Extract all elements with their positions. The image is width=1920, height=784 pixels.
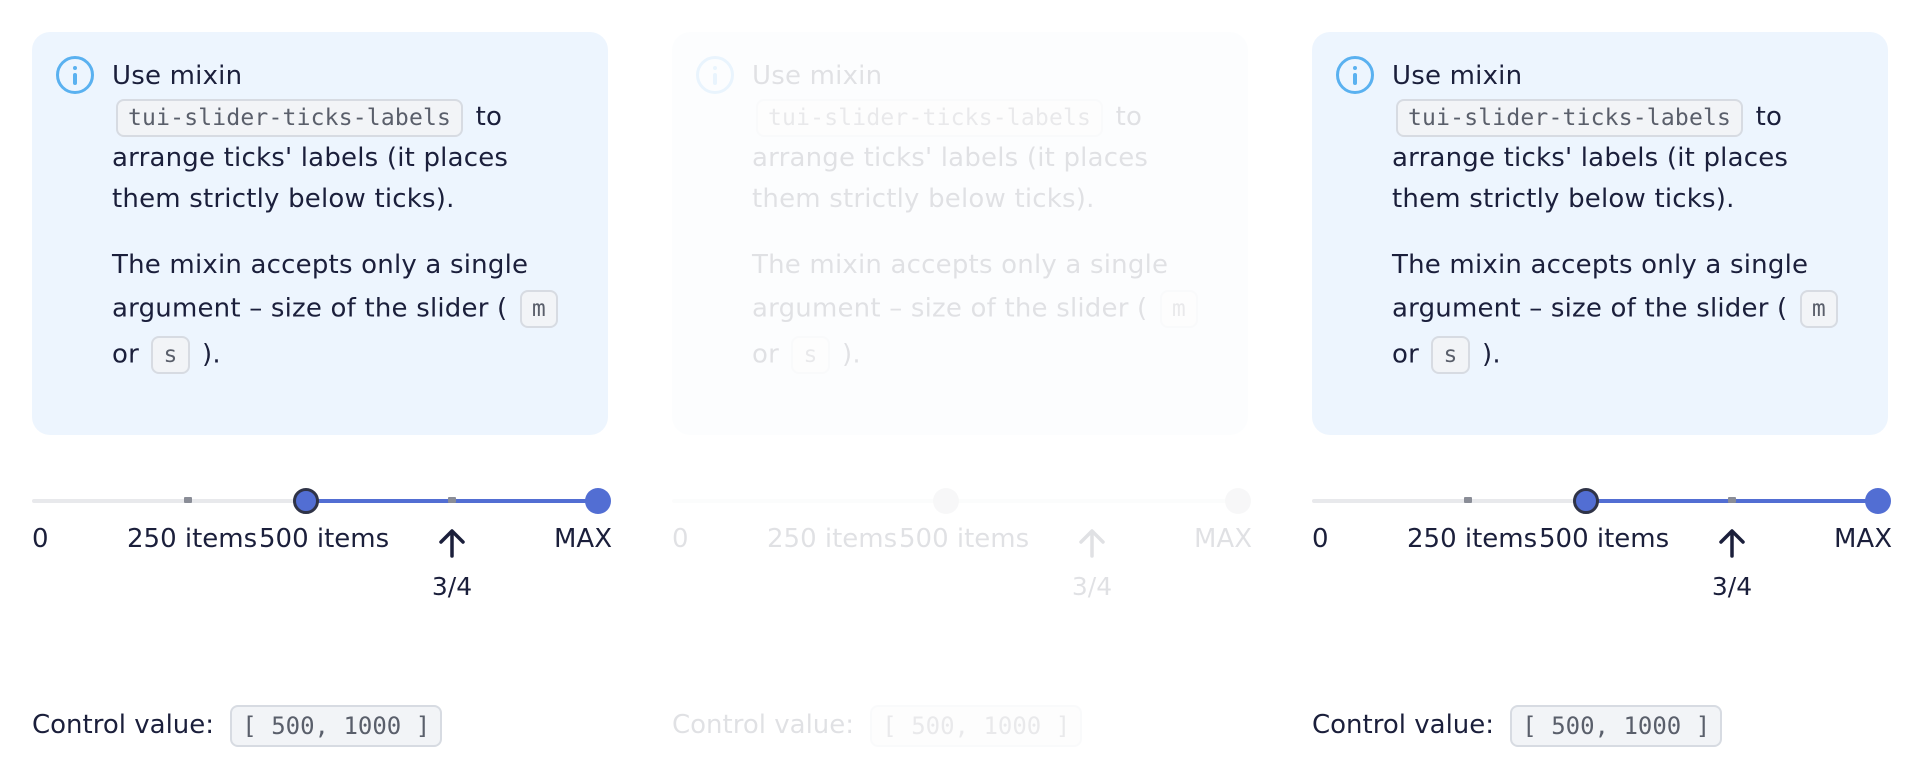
- notification-text: Use mixin: [112, 61, 243, 91]
- arrow-up-icon: [1716, 526, 1748, 560]
- arrow-up-icon: [436, 526, 468, 560]
- size-m-code: m: [1799, 290, 1838, 328]
- slider-thumb-end[interactable]: [1865, 488, 1891, 514]
- size-s-code: s: [151, 336, 190, 374]
- control-value-label: Control value:: [1312, 710, 1495, 740]
- arrow-up-icon: [1076, 526, 1108, 560]
- tick-label-500: 500 items: [899, 524, 1030, 554]
- slider-thumb-end[interactable]: [585, 488, 611, 514]
- tick-label-max: MAX: [554, 524, 613, 554]
- control-value-label: Control value:: [672, 710, 855, 740]
- notification-text: or: [112, 339, 139, 370]
- slider-tick: [184, 497, 192, 503]
- notification-paragraph-2: The mixin accepts only a single argument…: [112, 245, 578, 378]
- notification: Use mixin tui-slider-ticks-labels to arr…: [1312, 32, 1888, 435]
- key-step-label: 3/4: [1711, 572, 1753, 601]
- control-value-label: Control value:: [32, 710, 215, 740]
- info-icon: [1336, 56, 1374, 94]
- size-m-code: m: [1159, 290, 1198, 328]
- slider-tick: [1464, 497, 1472, 503]
- control-value: Control value: [ 500, 1000 ]: [672, 704, 1086, 747]
- notification-text: ).: [842, 339, 861, 370]
- panel-1: Use mixin tui-slider-ticks-labels to arr…: [0, 0, 640, 784]
- demo-root: Use mixin tui-slider-ticks-labels to arr…: [0, 0, 1920, 784]
- tick-label-max: MAX: [1194, 524, 1253, 554]
- notification-text: or: [752, 339, 779, 370]
- mixin-code: tui-slider-ticks-labels: [1396, 98, 1744, 137]
- slider-range-fill: [1586, 499, 1888, 503]
- control-value-code: [ 500, 1000 ]: [870, 704, 1083, 747]
- notification-text: ).: [202, 339, 221, 370]
- size-m-code: m: [519, 290, 558, 328]
- tick-label-500: 500 items: [259, 524, 390, 554]
- tick-label-250: 250 items: [127, 524, 258, 554]
- notification-text: The mixin accepts only a single argument…: [112, 250, 529, 324]
- tick-label-0: 0: [32, 524, 49, 554]
- tick-label-0: 0: [1312, 524, 1329, 554]
- slider-tick: [1728, 497, 1736, 503]
- panel-3: Use mixin tui-slider-ticks-labels to arr…: [1280, 0, 1920, 784]
- tick-label-max: MAX: [1834, 524, 1893, 554]
- info-icon: [696, 56, 734, 94]
- notification-paragraph-1: Use mixin tui-slider-ticks-labels to arr…: [1392, 56, 1858, 220]
- key-step-label: 3/4: [1071, 572, 1113, 601]
- notification-text: Use mixin: [752, 61, 883, 91]
- slider-thumb-start[interactable]: [1573, 488, 1599, 514]
- slider-thumb-end[interactable]: [1225, 488, 1251, 514]
- tick-label-250: 250 items: [1407, 524, 1538, 554]
- slider-range-fill: [306, 499, 608, 503]
- notification: Use mixin tui-slider-ticks-labels to arr…: [672, 32, 1248, 435]
- tick-label-500: 500 items: [1539, 524, 1670, 554]
- size-s-code: s: [791, 336, 830, 374]
- key-step-label: 3/4: [431, 572, 473, 601]
- mixin-code: tui-slider-ticks-labels: [116, 98, 464, 137]
- control-value: Control value: [ 500, 1000 ]: [32, 704, 446, 747]
- slider-thumb-start[interactable]: [293, 488, 319, 514]
- slider-tick: [448, 497, 456, 503]
- notification-text: Use mixin: [1392, 61, 1523, 91]
- control-value: Control value: [ 500, 1000 ]: [1312, 704, 1726, 747]
- size-s-code: s: [1431, 336, 1470, 374]
- notification-text: The mixin accepts only a single argument…: [752, 250, 1169, 324]
- mixin-code: tui-slider-ticks-labels: [756, 98, 1104, 137]
- panel-2: Use mixin tui-slider-ticks-labels to arr…: [640, 0, 1280, 784]
- notification-paragraph-2: The mixin accepts only a single argument…: [752, 245, 1218, 378]
- notification-text: The mixin accepts only a single argument…: [1392, 250, 1809, 324]
- tick-label-0: 0: [672, 524, 689, 554]
- notification-text: ).: [1482, 339, 1501, 370]
- slider-thumb-start[interactable]: [933, 488, 959, 514]
- control-value-code: [ 500, 1000 ]: [1510, 704, 1723, 747]
- notification: Use mixin tui-slider-ticks-labels to arr…: [32, 32, 608, 435]
- notification-paragraph-2: The mixin accepts only a single argument…: [1392, 245, 1858, 378]
- slider-range-fill: [946, 499, 1248, 503]
- notification-text: or: [1392, 339, 1419, 370]
- control-value-code: [ 500, 1000 ]: [230, 704, 443, 747]
- notification-paragraph-1: Use mixin tui-slider-ticks-labels to arr…: [752, 56, 1218, 220]
- notification-paragraph-1: Use mixin tui-slider-ticks-labels to arr…: [112, 56, 578, 220]
- tick-label-250: 250 items: [767, 524, 898, 554]
- info-icon: [56, 56, 94, 94]
